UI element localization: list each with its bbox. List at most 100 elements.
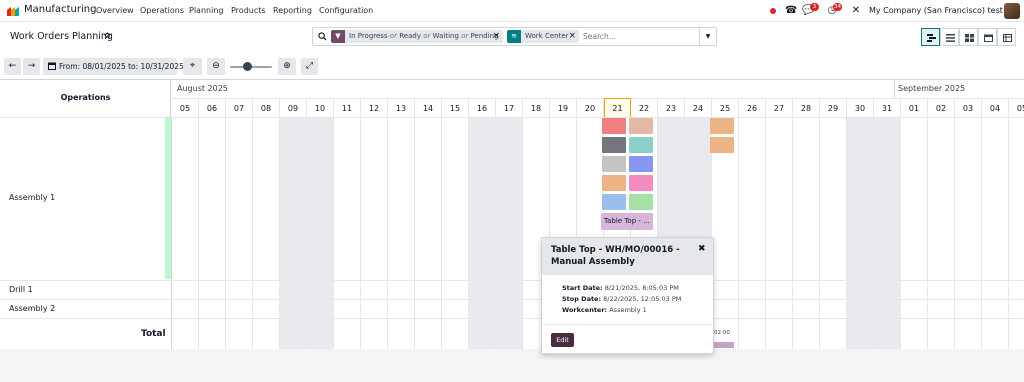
gear-icon[interactable]: ✿ [104,31,111,40]
filter-facet: ▼ In Progress or Ready or Waiting or Pen… [331,30,503,43]
day-column[interactable] [334,118,361,350]
menu-products[interactable]: Products [231,6,266,15]
day-column[interactable] [928,118,955,350]
operations-divider [171,118,172,350]
edit-button[interactable]: Edit [551,333,574,347]
page-title[interactable]: Work Orders Planning [10,31,113,42]
row-label-assembly-2: Assembly 2 [9,304,56,313]
remove-groupby-icon[interactable]: × [568,31,576,41]
search-options-toggle-icon[interactable]: ▼ [699,28,716,45]
zoom-out-button[interactable]: ⊖ [207,58,225,75]
manufacturing-app-icon[interactable] [6,5,20,17]
expand-button[interactable]: ⤢ [301,58,318,75]
day-column[interactable] [847,118,874,350]
popover-header: Table Top - WH/MO/00016 - Manual Assembl… [542,238,713,275]
day-header-05: 05 [172,98,199,118]
day-column[interactable] [982,118,1009,350]
day-header-18: 18 [523,98,550,118]
work-order-block-table-top[interactable]: Table Top - ... [601,213,653,230]
app-name[interactable]: Manufacturing [24,4,96,15]
date-range-button[interactable]: From: 08/01/2025 to: 10/31/2025 [43,58,184,75]
work-order-block[interactable] [602,156,626,172]
tools-icon[interactable]: ✕ [850,5,862,17]
user-avatar[interactable] [1004,3,1020,19]
day-column[interactable] [739,118,766,350]
day-header-13: 13 [388,98,415,118]
filter-icon: ▼ [331,30,345,43]
close-icon[interactable]: ✖ [698,244,706,254]
menu-configuration[interactable]: Configuration [319,6,373,15]
row-label-assembly-1: Assembly 1 [9,193,56,202]
zoom-in-button[interactable]: ⊕ [278,58,296,75]
work-order-block[interactable] [602,118,626,134]
work-order-block[interactable] [629,156,653,172]
work-order-block[interactable] [710,137,734,153]
menu-reporting[interactable]: Reporting [273,6,312,15]
day-header-30: 30 [847,98,874,118]
day-header-14: 14 [415,98,442,118]
previous-period-button[interactable]: ← [4,58,21,75]
day-column[interactable] [1009,118,1024,350]
gantt-view-button[interactable] [921,28,940,46]
kanban-view-button[interactable] [959,28,978,46]
day-column[interactable] [361,118,388,350]
work-order-block[interactable] [629,194,653,210]
menu-operations[interactable]: Operations [140,6,184,15]
day-column[interactable] [874,118,901,350]
day-header-29: 29 [820,98,847,118]
company-switcher[interactable]: My Company (San Francisco) test te... [869,6,1021,15]
day-column[interactable] [415,118,442,350]
day-column[interactable] [820,118,847,350]
month-label-august: August 2025 [177,84,228,93]
day-column[interactable] [388,118,415,350]
menu-planning[interactable]: Planning [189,6,223,15]
activities-badge: 34 [833,3,842,11]
calendar-icon [48,62,56,70]
work-order-block[interactable] [710,118,734,134]
list-view-button[interactable] [940,28,959,46]
day-header-02: 02 [928,98,955,118]
calendar-view-button[interactable] [978,28,997,46]
day-column[interactable] [901,118,928,350]
day-column[interactable] [307,118,334,350]
work-order-block[interactable] [629,175,653,191]
day-column[interactable] [253,118,280,350]
day-column[interactable] [793,118,820,350]
day-header-26: 26 [739,98,766,118]
work-order-block[interactable] [629,118,653,134]
month-label-september: September 2025 [898,84,966,93]
day-header-15: 15 [442,98,469,118]
day-column[interactable] [199,118,226,350]
day-column[interactable] [226,118,253,350]
focus-today-button[interactable]: ⌖ [183,58,202,75]
day-header-11: 11 [334,98,361,118]
day-column[interactable] [496,118,523,350]
day-column[interactable] [766,118,793,350]
day-column[interactable] [469,118,496,350]
pivot-view-button[interactable] [997,28,1016,46]
popover-start-date: Start Date: 8/21/2025, 8:05:03 PM [562,284,679,292]
work-order-block[interactable] [602,194,626,210]
remove-filter-icon[interactable]: × [492,31,500,41]
row-divider [0,117,1024,118]
day-column[interactable] [280,118,307,350]
work-order-block[interactable] [602,137,626,153]
day-header-22: 22 [631,98,658,118]
row-label-drill-1: Drill 1 [9,285,33,294]
search-icon[interactable] [318,32,327,41]
work-order-block[interactable] [602,175,626,191]
next-period-button[interactable]: → [23,58,40,75]
phone-icon[interactable]: ☎ [785,5,797,17]
menu-overview[interactable]: Overview [96,6,134,15]
work-order-block[interactable] [629,137,653,153]
zoom-slider-handle[interactable] [243,62,252,71]
day-header-31: 31 [874,98,901,118]
footer-area [0,349,1024,382]
day-header-28: 28 [793,98,820,118]
day-column[interactable] [955,118,982,350]
month-divider [894,80,895,97]
day-header-23: 23 [658,98,685,118]
day-column[interactable] [442,118,469,350]
search-input[interactable] [583,30,693,43]
day-column[interactable] [172,118,199,350]
